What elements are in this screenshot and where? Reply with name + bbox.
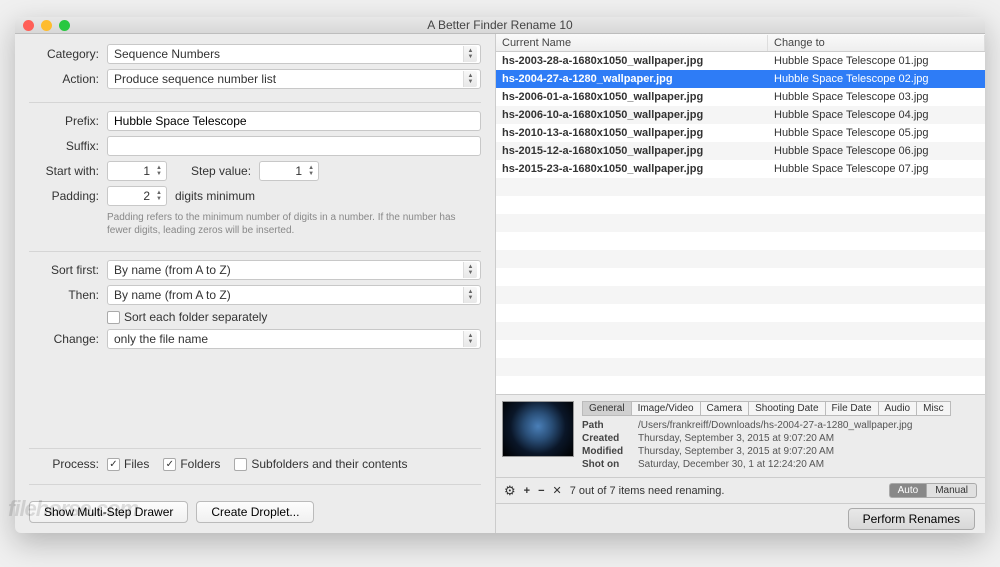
table-row[interactable]: hs-2006-01-a-1680x1050_wallpaper.jpgHubb… — [496, 88, 985, 106]
step-value-label: Step value: — [191, 164, 259, 178]
remove-icon[interactable]: − — [538, 485, 544, 497]
detail-tab-audio[interactable]: Audio — [878, 401, 918, 416]
start-with-label: Start with: — [29, 164, 107, 178]
process-subfolders-checkbox[interactable]: Subfolders and their contents — [234, 457, 407, 471]
table-row[interactable]: hs-2015-12-a-1680x1050_wallpaper.jpgHubb… — [496, 142, 985, 160]
created-value: Thursday, September 3, 2015 at 9:07:20 A… — [638, 433, 979, 444]
table-row[interactable]: hs-2004-27-a-1280_wallpaper.jpgHubble Sp… — [496, 70, 985, 88]
process-files-checkbox[interactable]: Files — [107, 457, 149, 471]
detail-tab-shooting-date[interactable]: Shooting Date — [748, 401, 825, 416]
current-name-cell: hs-2006-01-a-1680x1050_wallpaper.jpg — [496, 91, 768, 103]
watermark: filehorse.com — [8, 496, 138, 522]
created-label: Created — [582, 433, 638, 444]
sort-first-label: Sort first: — [29, 263, 107, 277]
table-row[interactable]: hs-2006-10-a-1680x1050_wallpaper.jpgHubb… — [496, 106, 985, 124]
table-row[interactable]: hs-2015-23-a-1680x1050_wallpaper.jpgHubb… — [496, 160, 985, 178]
change-to-cell: Hubble Space Telescope 01.jpg — [768, 55, 985, 67]
current-name-cell: hs-2010-13-a-1680x1050_wallpaper.jpg — [496, 127, 768, 139]
change-to-cell: Hubble Space Telescope 02.jpg — [768, 73, 985, 85]
window-title: A Better Finder Rename 10 — [15, 18, 985, 32]
padding-help-text: Padding refers to the minimum number of … — [107, 211, 481, 237]
column-change-to[interactable]: Change to — [768, 35, 985, 51]
chevron-updown-icon: ▲▼ — [463, 287, 477, 303]
path-label: Path — [582, 420, 638, 431]
table-row[interactable]: hs-2003-28-a-1680x1050_wallpaper.jpgHubb… — [496, 52, 985, 70]
chevron-updown-icon: ▲▼ — [463, 262, 477, 278]
shot-on-value: Saturday, December 30, 1 at 12:24:20 AM — [638, 459, 979, 470]
clear-icon[interactable]: ✕ — [553, 484, 562, 497]
action-value: Produce sequence number list — [114, 72, 276, 86]
perform-renames-button[interactable]: Perform Renames — [848, 508, 975, 530]
detail-tab-image-video[interactable]: Image/Video — [631, 401, 701, 416]
category-value: Sequence Numbers — [114, 47, 220, 61]
action-label: Action: — [29, 72, 107, 86]
change-label: Change: — [29, 332, 107, 346]
suffix-input[interactable] — [107, 136, 481, 156]
process-label: Process: — [29, 457, 107, 471]
detail-tab-general[interactable]: General — [582, 401, 632, 416]
checkbox-icon — [107, 311, 120, 324]
current-name-cell: hs-2015-23-a-1680x1050_wallpaper.jpg — [496, 163, 768, 175]
stepper-arrows-icon[interactable]: ▲▼ — [153, 163, 165, 179]
checkbox-icon — [107, 458, 120, 471]
current-name-cell: hs-2015-12-a-1680x1050_wallpaper.jpg — [496, 145, 768, 157]
chevron-updown-icon: ▲▼ — [463, 46, 477, 62]
category-select[interactable]: Sequence Numbers ▲▼ — [107, 44, 481, 64]
auto-toggle[interactable]: Auto — [889, 483, 928, 498]
then-label: Then: — [29, 288, 107, 302]
padding-stepper[interactable]: 2 ▲▼ — [107, 186, 167, 206]
change-select[interactable]: only the file name ▲▼ — [107, 329, 481, 349]
then-select[interactable]: By name (from A to Z) ▲▼ — [107, 285, 481, 305]
file-table[interactable]: hs-2003-28-a-1680x1050_wallpaper.jpgHubb… — [496, 52, 985, 394]
stepper-arrows-icon[interactable]: ▲▼ — [153, 188, 165, 204]
checkbox-icon — [234, 458, 247, 471]
detail-tab-camera[interactable]: Camera — [700, 401, 750, 416]
modified-label: Modified — [582, 446, 638, 457]
modified-value: Thursday, September 3, 2015 at 9:07:20 A… — [638, 446, 979, 457]
step-value-stepper[interactable]: 1 ▲▼ — [259, 161, 319, 181]
change-to-cell: Hubble Space Telescope 05.jpg — [768, 127, 985, 139]
chevron-updown-icon: ▲▼ — [463, 331, 477, 347]
sort-first-select[interactable]: By name (from A to Z) ▲▼ — [107, 260, 481, 280]
current-name-cell: hs-2003-28-a-1680x1050_wallpaper.jpg — [496, 55, 768, 67]
preview-thumbnail — [502, 401, 574, 457]
detail-tab-file-date[interactable]: File Date — [825, 401, 879, 416]
stepper-arrows-icon[interactable]: ▲▼ — [305, 163, 317, 179]
checkbox-icon — [163, 458, 176, 471]
suffix-label: Suffix: — [29, 139, 107, 153]
prefix-label: Prefix: — [29, 114, 107, 128]
add-icon[interactable]: + — [524, 485, 530, 497]
change-to-cell: Hubble Space Telescope 07.jpg — [768, 163, 985, 175]
create-droplet-button[interactable]: Create Droplet... — [196, 501, 314, 523]
manual-toggle[interactable]: Manual — [926, 483, 977, 498]
prefix-input[interactable] — [107, 111, 481, 131]
padding-suffix: digits minimum — [167, 189, 255, 203]
padding-label: Padding: — [29, 189, 107, 203]
current-name-cell: hs-2004-27-a-1280_wallpaper.jpg — [496, 73, 768, 85]
titlebar: A Better Finder Rename 10 — [15, 17, 985, 34]
path-value: /Users/frankreiff/Downloads/hs-2004-27-a… — [638, 420, 979, 431]
chevron-updown-icon: ▲▼ — [463, 71, 477, 87]
column-current-name[interactable]: Current Name — [496, 35, 768, 51]
detail-tabs: GeneralImage/VideoCameraShooting DateFil… — [582, 401, 979, 416]
sort-each-folder-checkbox[interactable]: Sort each folder separately — [107, 310, 267, 324]
table-row[interactable]: hs-2010-13-a-1680x1050_wallpaper.jpgHubb… — [496, 124, 985, 142]
change-to-cell: Hubble Space Telescope 04.jpg — [768, 109, 985, 121]
change-to-cell: Hubble Space Telescope 06.jpg — [768, 145, 985, 157]
status-text: 7 out of 7 items need renaming. — [570, 485, 725, 497]
shot-on-label: Shot on — [582, 459, 638, 470]
start-with-stepper[interactable]: 1 ▲▼ — [107, 161, 167, 181]
detail-tab-misc[interactable]: Misc — [916, 401, 951, 416]
gear-icon[interactable]: ⚙ — [504, 483, 516, 499]
current-name-cell: hs-2006-10-a-1680x1050_wallpaper.jpg — [496, 109, 768, 121]
category-label: Category: — [29, 47, 107, 61]
process-folders-checkbox[interactable]: Folders — [163, 457, 220, 471]
change-to-cell: Hubble Space Telescope 03.jpg — [768, 91, 985, 103]
action-select[interactable]: Produce sequence number list ▲▼ — [107, 69, 481, 89]
